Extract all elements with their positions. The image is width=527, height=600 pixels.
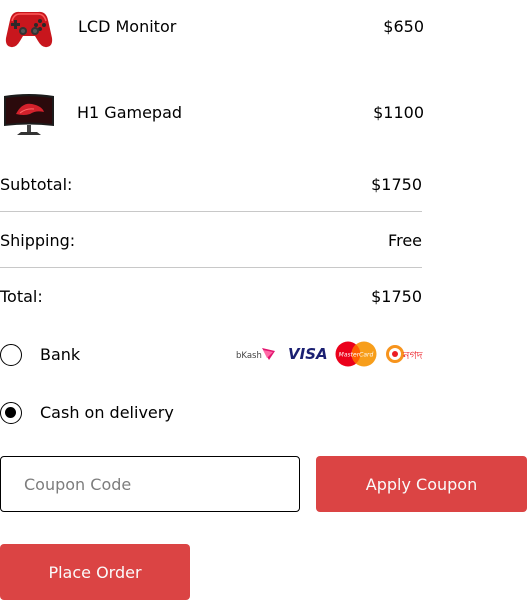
apply-coupon-button[interactable]: Apply Coupon <box>316 456 527 512</box>
bank-radio[interactable] <box>0 344 22 366</box>
item-price: $1100 <box>373 103 424 122</box>
shipping-value: Free <box>388 231 422 250</box>
shipping-label: Shipping: <box>0 231 76 250</box>
subtotal-value: $1750 <box>371 175 422 194</box>
order-item: H1 Gamepad $1100 <box>0 86 424 142</box>
bkash-logo: bKash <box>236 346 276 366</box>
divider <box>0 267 422 268</box>
gamepad-image <box>2 0 56 54</box>
subtotal-label: Subtotal: <box>0 175 73 194</box>
visa-logo: VISA <box>287 344 328 366</box>
mastercard-logo: MasterCard <box>335 341 377 371</box>
payment-option-bank[interactable]: Bank <box>0 343 260 371</box>
item-name: H1 Gamepad <box>77 103 183 122</box>
bank-label: Bank <box>40 345 81 364</box>
monitor-image <box>2 92 56 146</box>
shipping-row: Shipping: Free <box>0 231 422 287</box>
radio-selected-dot <box>5 407 16 418</box>
coupon-code-input[interactable] <box>0 456 300 512</box>
bkash-logo-text: bKash <box>236 351 262 361</box>
payment-option-cash-on-delivery[interactable]: Cash on delivery <box>0 401 260 429</box>
order-item: LCD Monitor $650 <box>0 0 424 56</box>
cash-on-delivery-radio[interactable] <box>0 402 22 424</box>
checkout-panel: LCD Monitor $650 H1 Gamepad $1100 Subtot… <box>0 0 527 600</box>
total-row: Total: $1750 <box>0 287 422 343</box>
visa-logo-text: VISA <box>288 345 327 362</box>
place-order-button[interactable]: Place Order <box>0 544 190 600</box>
nagad-logo: নগদ <box>386 343 428 369</box>
mastercard-logo-text: MasterCard <box>339 352 374 359</box>
subtotal-row: Subtotal: $1750 <box>0 175 422 231</box>
total-value: $1750 <box>371 287 422 306</box>
divider <box>0 211 422 212</box>
total-label: Total: <box>0 287 43 306</box>
nagad-logo-text: নগদ <box>402 349 423 362</box>
cash-on-delivery-label: Cash on delivery <box>40 403 174 422</box>
item-price: $650 <box>383 17 424 36</box>
payment-logos: bKash VISA MasterCard নগদ <box>236 340 428 368</box>
item-name: LCD Monitor <box>78 17 177 36</box>
